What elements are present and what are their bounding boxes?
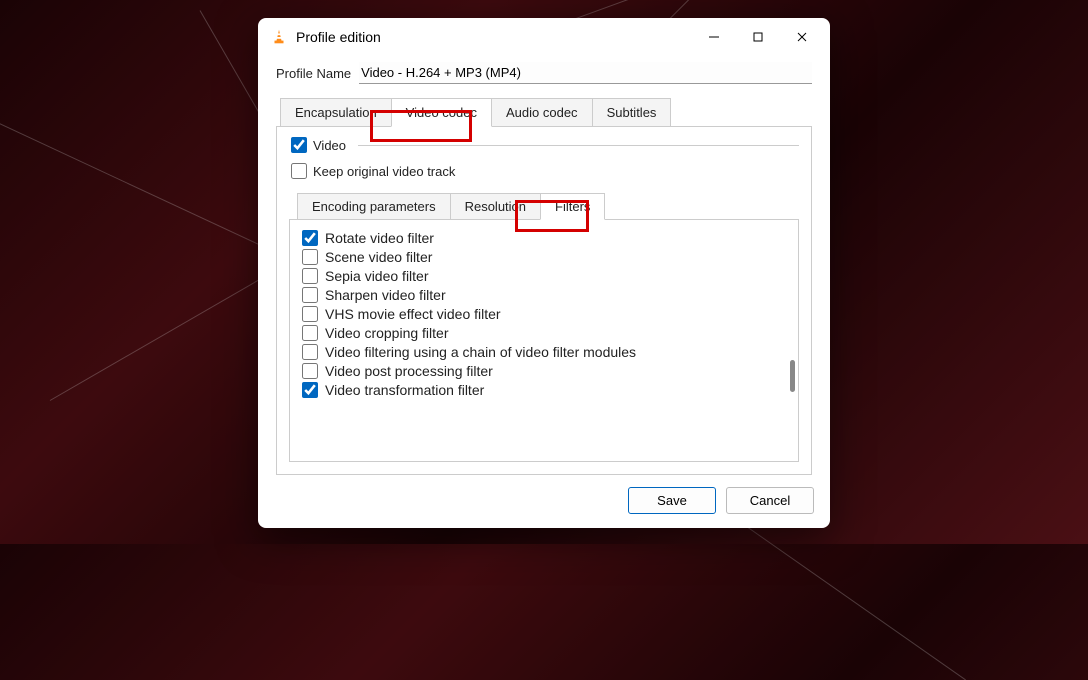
filter-label[interactable]: Video post processing filter [325, 363, 493, 379]
filter-checkbox[interactable] [302, 325, 318, 341]
titlebar: Profile edition [258, 18, 830, 56]
main-tabs: Encapsulation Video codec Audio codec Su… [280, 98, 812, 127]
filter-checkbox[interactable] [302, 344, 318, 360]
tab-audio-codec[interactable]: Audio codec [491, 98, 593, 127]
close-icon [796, 31, 808, 43]
list-item: Sharpen video filter [302, 287, 790, 303]
filter-checkbox[interactable] [302, 363, 318, 379]
filter-checkbox[interactable] [302, 287, 318, 303]
filter-checkbox[interactable] [302, 306, 318, 322]
list-item: Rotate video filter [302, 230, 790, 246]
filters-panel: Rotate video filter Scene video filter S… [289, 219, 799, 462]
window-content: Profile Name Encapsulation Video codec A… [258, 56, 830, 475]
dialog-footer: Save Cancel [258, 475, 830, 528]
keep-original-row: Keep original video track [289, 163, 799, 179]
list-item: Video filtering using a chain of video f… [302, 344, 790, 360]
list-item: Video post processing filter [302, 363, 790, 379]
subtab-encoding[interactable]: Encoding parameters [297, 193, 451, 220]
close-button[interactable] [780, 21, 824, 53]
subtab-filters[interactable]: Filters [540, 193, 605, 220]
filter-label[interactable]: Scene video filter [325, 249, 432, 265]
vlc-icon [270, 28, 288, 46]
minimize-button[interactable] [692, 21, 736, 53]
video-checkbox[interactable] [291, 137, 307, 153]
profile-name-input[interactable] [359, 62, 812, 84]
list-item: Scene video filter [302, 249, 790, 265]
filter-list: Rotate video filter Scene video filter S… [298, 230, 790, 398]
cancel-button[interactable]: Cancel [726, 487, 814, 514]
subtab-resolution[interactable]: Resolution [450, 193, 541, 220]
sub-tabs: Encoding parameters Resolution Filters [297, 193, 799, 220]
tab-subtitles[interactable]: Subtitles [592, 98, 672, 127]
filter-label[interactable]: Video cropping filter [325, 325, 448, 341]
tab-encapsulation[interactable]: Encapsulation [280, 98, 392, 127]
filter-label[interactable]: Sepia video filter [325, 268, 429, 284]
filter-checkbox[interactable] [302, 249, 318, 265]
list-item: VHS movie effect video filter [302, 306, 790, 322]
keep-original-label[interactable]: Keep original video track [313, 164, 455, 179]
filter-label[interactable]: Rotate video filter [325, 230, 434, 246]
maximize-button[interactable] [736, 21, 780, 53]
filter-checkbox[interactable] [302, 268, 318, 284]
filter-label[interactable]: Sharpen video filter [325, 287, 446, 303]
filter-checkbox[interactable] [302, 230, 318, 246]
tab-video-codec[interactable]: Video codec [391, 98, 492, 127]
keep-original-checkbox[interactable] [291, 163, 307, 179]
profile-edition-window: Profile edition Profile Name Encapsulati… [258, 18, 830, 528]
filter-checkbox[interactable] [302, 382, 318, 398]
save-button[interactable]: Save [628, 487, 716, 514]
video-check-row: Video [289, 137, 799, 153]
maximize-icon [752, 31, 764, 43]
list-item: Sepia video filter [302, 268, 790, 284]
video-check-label[interactable]: Video [313, 138, 346, 153]
filter-label[interactable]: Video filtering using a chain of video f… [325, 344, 636, 360]
filter-label[interactable]: VHS movie effect video filter [325, 306, 501, 322]
profile-name-label: Profile Name [276, 66, 351, 81]
profile-name-row: Profile Name [276, 62, 812, 84]
scrollbar[interactable] [790, 360, 795, 392]
list-item: Video transformation filter [302, 382, 790, 398]
window-title: Profile edition [296, 29, 692, 45]
video-codec-panel: Video Keep original video track Encoding… [276, 126, 812, 475]
filter-label[interactable]: Video transformation filter [325, 382, 484, 398]
minimize-icon [708, 31, 720, 43]
list-item: Video cropping filter [302, 325, 790, 341]
